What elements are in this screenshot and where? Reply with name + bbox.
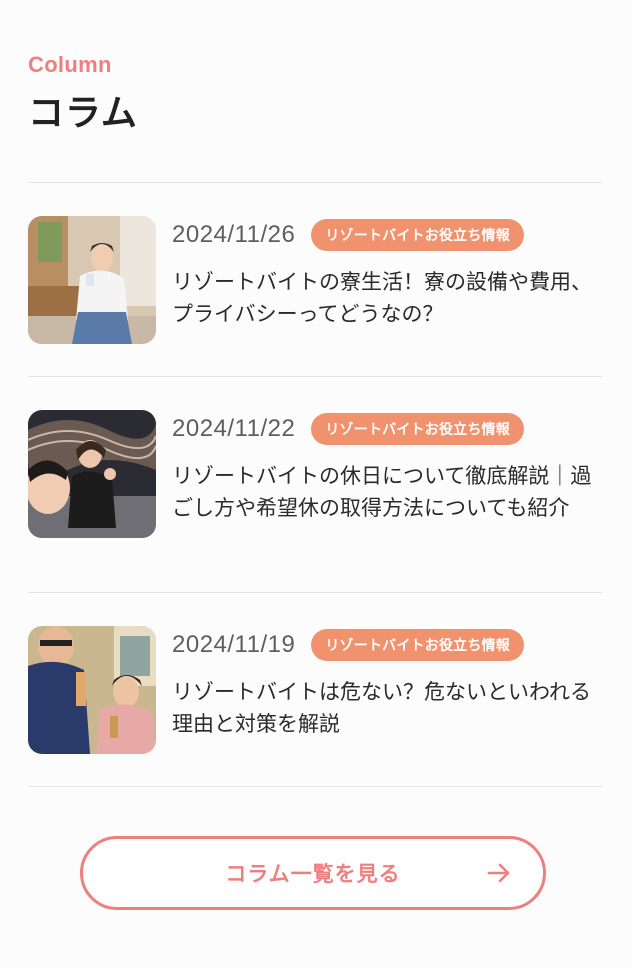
article-thumbnail[interactable] bbox=[28, 216, 156, 344]
category-badge[interactable]: リゾートバイトお役立ち情報 bbox=[311, 219, 524, 251]
article-date: 2024/11/19 bbox=[172, 631, 296, 658]
article-thumbnail[interactable] bbox=[28, 410, 156, 538]
article-thumbnail[interactable] bbox=[28, 626, 156, 754]
divider bbox=[28, 786, 602, 787]
article-title[interactable]: リゾートバイトの寮生活！寮の設備や費用、プライバシーってどうなの？ bbox=[172, 266, 592, 330]
article-title[interactable]: リゾートバイトは危ない？危ないといわれる理由と対策を解説 bbox=[172, 676, 592, 740]
article-date: 2024/11/22 bbox=[172, 415, 296, 442]
arrow-right-icon bbox=[487, 863, 510, 883]
category-badge[interactable]: リゾートバイトお役立ち情報 bbox=[311, 413, 524, 445]
section-eyebrow: Column bbox=[28, 52, 112, 77]
article-item[interactable]: 2024/11/19 リゾートバイトお役立ち情報 リゾートバイトは危ない？危ない… bbox=[28, 626, 602, 766]
article-title[interactable]: リゾートバイトの休日について徹底解説｜過ごし方や希望休の取得方法についても紹介 bbox=[172, 460, 592, 524]
category-badge[interactable]: リゾートバイトお役立ち情報 bbox=[311, 629, 524, 661]
article-meta: 2024/11/26 リゾートバイトお役立ち情報 bbox=[172, 218, 524, 252]
section-title: コラム bbox=[28, 93, 138, 134]
divider bbox=[28, 182, 602, 183]
article-item[interactable]: 2024/11/26 リゾートバイトお役立ち情報 リゾートバイトの寮生活！寮の設… bbox=[28, 216, 602, 356]
article-date: 2024/11/26 bbox=[172, 221, 296, 248]
divider bbox=[28, 376, 602, 377]
article-item[interactable]: 2024/11/22 リゾートバイトお役立ち情報 リゾートバイトの休日について徹… bbox=[28, 410, 602, 570]
divider bbox=[28, 592, 602, 593]
view-all-columns-button[interactable]: コラム一覧を見る bbox=[80, 836, 546, 910]
article-meta: 2024/11/19 リゾートバイトお役立ち情報 bbox=[172, 628, 524, 662]
article-meta: 2024/11/22 リゾートバイトお役立ち情報 bbox=[172, 412, 524, 446]
view-all-columns-label: コラム一覧を見る bbox=[225, 862, 401, 886]
